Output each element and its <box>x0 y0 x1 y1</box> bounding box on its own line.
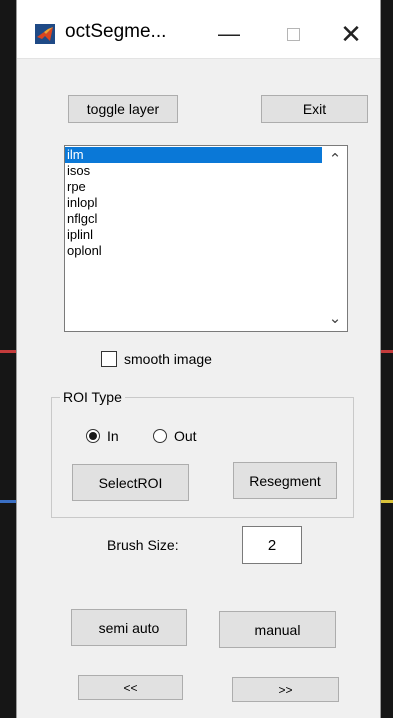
scroll-up-icon[interactable]: ⌃ <box>323 147 347 171</box>
scroll-down-icon[interactable]: ⌄ <box>323 306 347 330</box>
previous-button[interactable]: << <box>78 675 183 700</box>
minimize-icon: — <box>218 21 240 46</box>
exit-button[interactable]: Exit <box>261 95 368 123</box>
next-button[interactable]: >> <box>232 677 339 702</box>
background-stripe <box>379 350 393 353</box>
maximize-button[interactable] <box>275 18 311 50</box>
radio-selected-dot <box>89 432 97 440</box>
roi-in-label: In <box>107 428 119 444</box>
background-stripe <box>0 500 16 503</box>
smooth-image-label: smooth image <box>124 351 212 367</box>
app-window: octSegme... — ✕ toggle layer Exit ilm iso… <box>16 0 381 718</box>
roi-type-panel: ROI Type In Out SelectROI Resegment <box>51 389 354 518</box>
list-item[interactable]: iplinl <box>65 227 322 243</box>
select-roi-button[interactable]: SelectROI <box>72 464 189 501</box>
roi-panel-title: ROI Type <box>60 389 125 405</box>
close-icon: ✕ <box>340 18 362 49</box>
semi-auto-button[interactable]: semi auto <box>71 609 187 646</box>
close-button[interactable]: ✕ <box>335 18 367 50</box>
smooth-image-checkbox[interactable] <box>101 351 117 367</box>
list-item[interactable]: ilm <box>65 147 322 163</box>
roi-in-radio[interactable] <box>86 429 100 443</box>
background-stripe <box>0 350 16 353</box>
list-item[interactable]: rpe <box>65 179 322 195</box>
minimize-button[interactable]: — <box>214 18 244 50</box>
roi-out-label: Out <box>174 428 197 444</box>
brush-size-field[interactable]: 2 <box>242 526 302 564</box>
listbox-scrollbar[interactable]: ⌃ ⌄ <box>323 146 347 331</box>
brush-size-label: Brush Size: <box>107 537 179 553</box>
toggle-layer-button[interactable]: toggle layer <box>68 95 178 123</box>
window-title: octSegme... <box>65 21 167 42</box>
figure-panel: toggle layer Exit ilm isos rpe inlopl nflgcl… <box>17 59 380 718</box>
list-item[interactable]: oplonl <box>65 243 322 259</box>
maximize-icon <box>286 27 300 41</box>
smooth-image-option[interactable]: smooth image <box>101 351 212 367</box>
list-item[interactable]: inlopl <box>65 195 322 211</box>
title-bar: octSegme... — ✕ <box>17 0 380 59</box>
resegment-button[interactable]: Resegment <box>233 462 337 499</box>
roi-out-radio[interactable] <box>153 429 167 443</box>
manual-button[interactable]: manual <box>219 611 336 648</box>
roi-out-option[interactable]: Out <box>153 428 197 444</box>
list-item[interactable]: isos <box>65 163 322 179</box>
matlab-logo-icon <box>35 24 55 44</box>
list-item[interactable]: nflgcl <box>65 211 322 227</box>
roi-in-option[interactable]: In <box>86 428 119 444</box>
background-stripe <box>379 500 393 503</box>
layer-listbox[interactable]: ilm isos rpe inlopl nflgcl iplinl oplonl ⌃ ⌄ <box>64 145 348 332</box>
